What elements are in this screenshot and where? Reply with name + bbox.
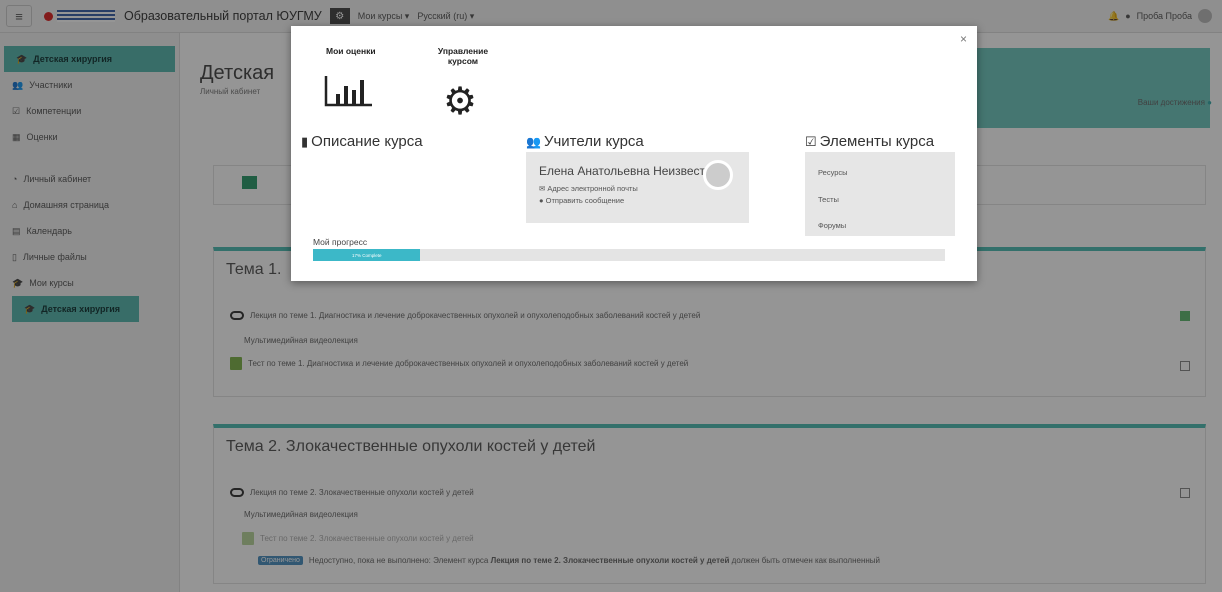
course-elements-list: Ресурсы Тесты Форумы — [805, 152, 955, 236]
course-description-label[interactable]: Описание курса — [311, 133, 422, 150]
checkbox-icon: ☑ — [805, 133, 817, 149]
teacher-message-label[interactable]: Отправить сообщение — [546, 196, 625, 205]
close-icon[interactable]: × — [960, 32, 967, 46]
my-grades-link[interactable]: Мои оценки — [326, 46, 376, 56]
progress-text: 17% Complete — [351, 252, 382, 258]
course-info-modal: × Мои оценки Управление курсом ⚙ ▮ Описан… — [291, 26, 977, 281]
progress-bar: 17% Complete — [313, 249, 945, 261]
envelope-icon: ✉ — [539, 184, 546, 193]
course-admin-label-2[interactable]: курсом — [428, 56, 498, 66]
element-resources[interactable]: Ресурсы — [818, 168, 848, 177]
teacher-email-link[interactable]: ✉ Адрес электронной почты — [539, 184, 638, 193]
teacher-card: Елена Анатольевна Неизвестных ✉ Адрес эл… — [526, 152, 749, 223]
course-elements-heading: ☑ Элементы курса — [805, 133, 934, 150]
comment-icon: ● — [539, 196, 544, 205]
element-forums[interactable]: Форумы — [818, 221, 846, 230]
course-admin-link[interactable]: Управление курсом — [428, 46, 498, 66]
element-quizzes[interactable]: Тесты — [818, 195, 839, 204]
avatar[interactable] — [703, 160, 733, 190]
teachers-label: Учители курса — [543, 133, 644, 150]
teachers-heading: 👥 Учители курса — [526, 133, 644, 150]
teacher-name[interactable]: Елена Анатольевна Неизвестных — [539, 164, 726, 178]
map-icon: ▮ — [301, 133, 309, 149]
users-icon: 👥 — [526, 134, 541, 149]
progress-label: Мой прогресс — [313, 237, 368, 247]
teacher-email-label[interactable]: Адрес электронной почты — [547, 184, 637, 193]
course-admin-label[interactable]: Управление — [428, 46, 498, 56]
course-elements-label: Элементы курса — [819, 133, 935, 150]
bar-chart-icon[interactable] — [324, 74, 374, 108]
my-grades-label[interactable]: Мои оценки — [326, 46, 376, 56]
progress-fill: 17% Complete — [313, 249, 421, 261]
gear-icon[interactable]: ⚙ — [443, 83, 477, 121]
teacher-message-link[interactable]: ● Отправить сообщение — [539, 196, 624, 205]
course-description-heading[interactable]: ▮ Описание курса — [301, 133, 423, 150]
